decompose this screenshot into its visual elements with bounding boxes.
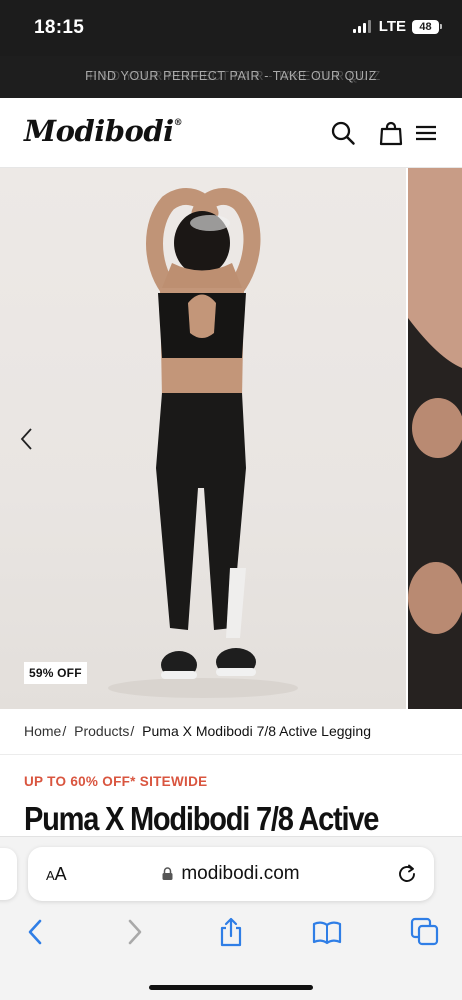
network-label: LTE <box>378 18 406 35</box>
brand-logo[interactable]: Modibodi® <box>24 114 183 148</box>
breadcrumb: Home/ Products/ Puma X Modibodi 7/8 Acti… <box>24 723 371 739</box>
battery-icon: 48 <box>412 19 442 34</box>
announcement-text[interactable]: FIND YOUR PERFECT PAIR - TAKE OUR QUIZ <box>0 69 462 83</box>
battery-level: 48 <box>412 19 439 34</box>
status-indicators: LTE 48 <box>352 18 442 35</box>
bag-icon[interactable] <box>378 120 404 146</box>
model-photo <box>108 188 298 698</box>
browser-toolbar: AA modibodi.com <box>0 836 462 1000</box>
forward-icon[interactable] <box>119 917 149 947</box>
menu-icon[interactable] <box>413 120 439 146</box>
product-image[interactable]: 59% OFF <box>0 168 406 709</box>
tabs-icon[interactable] <box>410 917 440 947</box>
address-bar[interactable]: AA modibodi.com <box>28 847 434 901</box>
status-bar: 18:15 LTE 48 <box>0 0 462 56</box>
discount-badge: 59% OFF <box>24 662 87 684</box>
reload-icon[interactable] <box>396 863 418 885</box>
breadcrumb-products[interactable]: Products <box>74 723 129 739</box>
url-display[interactable]: modibodi.com <box>28 863 434 885</box>
breadcrumb-separator: / <box>130 723 135 739</box>
next-product-image[interactable] <box>408 168 462 709</box>
product-title: Puma X Modibodi 7/8 Active <box>24 800 379 837</box>
search-icon[interactable] <box>330 120 356 146</box>
status-time: 18:15 <box>34 17 85 38</box>
breadcrumb-home[interactable]: Home <box>24 723 61 739</box>
breadcrumb-current: Puma X Modibodi 7/8 Active Legging <box>142 723 371 739</box>
lock-icon <box>162 867 173 880</box>
divider <box>0 754 462 755</box>
next-image-preview <box>408 168 462 709</box>
share-icon[interactable] <box>216 917 246 947</box>
promo-text: UP TO 60% OFF* SITEWIDE <box>24 774 208 789</box>
back-icon[interactable] <box>21 917 51 947</box>
signal-icon <box>352 20 371 33</box>
product-gallery[interactable]: 59% OFF <box>0 168 462 709</box>
announcement-bar[interactable]: FIND YOUR PERFECT PAIR - TAKE OUR QUIZ F… <box>0 56 462 98</box>
breadcrumb-separator: / <box>62 723 67 739</box>
url-text: modibodi.com <box>181 863 300 884</box>
home-indicator <box>149 985 313 990</box>
bookmarks-icon[interactable] <box>312 917 342 947</box>
chevron-left-icon[interactable] <box>14 426 40 452</box>
logo-text: Modibodi <box>24 114 174 148</box>
logo-registered-mark: ® <box>173 118 183 128</box>
site-header: Modibodi® <box>0 98 462 168</box>
previous-tab-preview[interactable] <box>0 848 17 900</box>
